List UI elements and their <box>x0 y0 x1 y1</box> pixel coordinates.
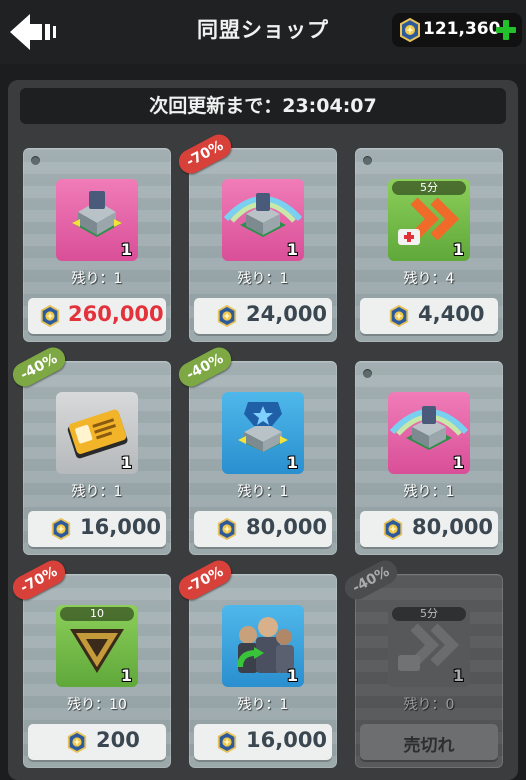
alliance-coin-icon <box>66 731 88 753</box>
item-quantity: 1 <box>452 240 464 259</box>
item-quantity: 1 <box>120 240 132 259</box>
item-icon: 1 <box>222 392 304 474</box>
item-price: 260,000 <box>68 302 164 326</box>
alliance-coin-icon <box>388 305 410 327</box>
item-quantity: 1 <box>286 453 298 472</box>
item-icon: 1 <box>222 179 304 261</box>
shop-item-card[interactable]: 1 残り：1 16,000 -70% <box>174 556 337 768</box>
shop-item-card[interactable]: 5分 1 残り：4 4,400 <box>355 148 503 342</box>
card-hole <box>363 369 372 378</box>
card-hole <box>363 156 372 165</box>
item-icon: 1 <box>388 392 470 474</box>
currency-amount: 121,360 <box>423 19 501 39</box>
item-quantity: 1 <box>286 666 298 685</box>
item-icon: 1 <box>56 179 138 261</box>
item-price: 200 <box>96 728 140 752</box>
alliance-coin-icon <box>216 518 238 540</box>
alliance-coin-icon <box>216 731 238 753</box>
remaining-count: 残り：1 <box>71 271 123 287</box>
shop-item-card[interactable]: 1 残り：1 80,000 <box>355 361 503 555</box>
item-price: 4,400 <box>418 302 485 326</box>
buy-button[interactable]: 80,000 <box>360 511 498 547</box>
shop-item-card[interactable]: 1 残り：1 80,000 -40% <box>174 343 337 555</box>
item-icon: 5分 1 <box>388 179 470 261</box>
remaining-count: 残り：4 <box>403 271 455 287</box>
item-price: 80,000 <box>412 515 494 539</box>
buy-button[interactable]: 24,000 <box>194 298 332 334</box>
shop-item-card[interactable]: 1 残り：1 260,000 <box>23 148 171 342</box>
refresh-timer: 次回更新まで：23:04:07 <box>20 88 506 124</box>
card-hole <box>31 156 40 165</box>
item-icon: 1 <box>222 605 304 687</box>
buy-button[interactable]: 260,000 <box>28 298 166 334</box>
duration-label: 5分 <box>392 607 466 621</box>
item-quantity: 1 <box>452 453 464 472</box>
alliance-coin-icon <box>398 18 422 42</box>
top-bar: 同盟ショップ 121,360 <box>0 0 526 64</box>
remaining-count: 残り：1 <box>237 271 289 287</box>
buy-button[interactable]: 4,400 <box>360 298 498 334</box>
item-quantity: 1 <box>286 240 298 259</box>
alliance-coin-icon <box>50 518 72 540</box>
buy-button[interactable]: 16,000 <box>28 511 166 547</box>
shop-item-card[interactable]: 10 1 残り：10 200 -70% <box>8 556 171 768</box>
plus-icon[interactable] <box>494 18 518 42</box>
duration-label: 10 <box>60 607 134 621</box>
buy-button[interactable]: 80,000 <box>194 511 332 547</box>
shop-item-card[interactable]: 1 残り：1 16,000 -40% <box>8 343 171 555</box>
item-price: 16,000 <box>80 515 162 539</box>
item-icon: 10 1 <box>56 605 138 687</box>
item-quantity: 1 <box>452 666 464 685</box>
remaining-count: 残り：1 <box>237 484 289 500</box>
shop-item-card-soldout: 5分 1 残り：0 売切れ -40% <box>340 556 503 768</box>
sold-out-button: 売切れ <box>360 724 498 760</box>
remaining-count: 残り：10 <box>67 697 127 713</box>
item-price: 16,000 <box>246 728 328 752</box>
shop-item-card[interactable]: 1 残り：1 24,000 -70% <box>174 130 337 342</box>
item-price: 80,000 <box>246 515 328 539</box>
buy-button[interactable]: 200 <box>28 724 166 760</box>
remaining-count: 残り：1 <box>71 484 123 500</box>
remaining-count: 残り：1 <box>403 484 455 500</box>
alliance-coin-icon <box>216 305 238 327</box>
alliance-coin-icon <box>39 305 61 327</box>
remaining-count: 残り：0 <box>403 697 455 713</box>
item-icon: 5分 1 <box>388 605 470 687</box>
item-quantity: 1 <box>120 453 132 472</box>
currency-display: 121,360 <box>392 13 522 47</box>
item-price: 24,000 <box>246 302 328 326</box>
item-quantity: 1 <box>120 666 132 685</box>
sold-out-label: 売切れ <box>403 736 455 756</box>
remaining-count: 残り：1 <box>237 697 289 713</box>
duration-label: 5分 <box>392 181 466 195</box>
buy-button[interactable]: 16,000 <box>194 724 332 760</box>
item-icon: 1 <box>56 392 138 474</box>
alliance-coin-icon <box>382 518 404 540</box>
